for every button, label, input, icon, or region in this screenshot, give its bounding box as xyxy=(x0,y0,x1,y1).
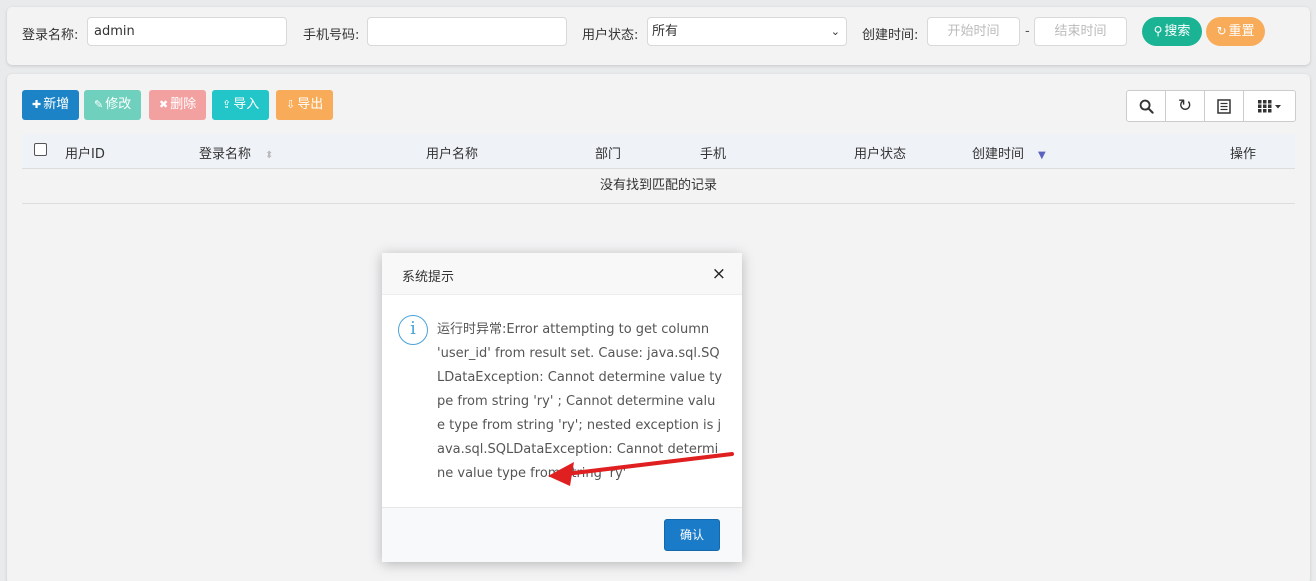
confirm-button[interactable]: 确认 xyxy=(664,519,720,551)
column-created-time-label: 创建时间 xyxy=(972,147,1025,162)
delete-button[interactable]: ✖ 删除 xyxy=(149,90,207,120)
edit-icon: ✎ xyxy=(94,98,104,111)
date-range-separator: - xyxy=(1025,24,1030,39)
user-status-label: 用户状态: xyxy=(582,28,639,43)
sort-desc-icon: ▼ xyxy=(1038,150,1046,161)
upload-icon: ⇪ xyxy=(222,98,232,111)
edit-button[interactable]: ✎ 修改 xyxy=(84,90,142,120)
dialog-footer: 确认 xyxy=(382,507,742,562)
table-refresh-button[interactable]: ↻ xyxy=(1166,91,1205,121)
phone-input[interactable] xyxy=(367,17,567,46)
delete-button-label: 删除 xyxy=(170,97,197,112)
export-button[interactable]: ⇩ 导出 xyxy=(276,90,334,120)
column-user-id[interactable]: 用户ID xyxy=(65,143,105,162)
phone-label: 手机号码: xyxy=(303,28,360,43)
table-header-row: 用户ID 登录名称 ⬍ 用户名称 部门 手机 用户状态 创建时间 ▼ 操作 xyxy=(22,134,1295,169)
chevron-down-icon: ⌄ xyxy=(830,25,840,38)
add-button-label: 新增 xyxy=(43,97,70,112)
end-time-input[interactable]: 结束时间 xyxy=(1034,17,1127,46)
login-name-input[interactable]: admin xyxy=(87,17,287,46)
edit-button-label: 修改 xyxy=(105,97,132,112)
refresh-icon: ↻ xyxy=(1177,96,1193,116)
info-icon: i xyxy=(398,315,428,345)
import-button-label: 导入 xyxy=(233,97,260,112)
dialog-title: 系统提示 xyxy=(402,270,455,285)
remove-icon: ✖ xyxy=(159,98,169,111)
search-button-label: 搜索 xyxy=(1164,24,1191,39)
search-button[interactable]: ⚲ 搜索 xyxy=(1142,17,1202,46)
reset-button[interactable]: ↻ 重置 xyxy=(1206,17,1265,46)
table-columns-button[interactable] xyxy=(1244,91,1295,121)
download-icon: ⇩ xyxy=(286,98,296,111)
column-login-name-label: 登录名称 xyxy=(199,147,252,162)
table-toolbar-group: ↻ xyxy=(1126,90,1296,122)
close-icon[interactable]: × xyxy=(712,264,726,284)
user-status-value: 所有 xyxy=(652,24,679,39)
table-search-button[interactable] xyxy=(1127,91,1166,121)
column-user-status[interactable]: 用户状态 xyxy=(854,143,906,162)
refresh-icon: ↻ xyxy=(1216,24,1227,38)
search-icon xyxy=(1139,99,1154,114)
dialog-header: 系统提示 × xyxy=(382,253,742,295)
column-department[interactable]: 部门 xyxy=(595,143,621,162)
red-arrow-annotation xyxy=(548,452,734,486)
column-created-time[interactable]: 创建时间 ▼ xyxy=(972,143,1046,162)
column-phone[interactable]: 手机 xyxy=(700,143,726,162)
search-icon: ⚲ xyxy=(1153,24,1163,38)
login-name-label: 登录名称: xyxy=(22,28,79,43)
list-view-icon xyxy=(1217,98,1231,114)
empty-table-message: 没有找到匹配的记录 xyxy=(22,169,1295,204)
plus-icon: ✚ xyxy=(32,98,42,111)
column-actions: 操作 xyxy=(1230,147,1257,162)
reset-button-label: 重置 xyxy=(1228,24,1255,39)
start-time-input[interactable]: 开始时间 xyxy=(927,17,1020,46)
import-button[interactable]: ⇪ 导入 xyxy=(212,90,270,120)
select-all-checkbox[interactable] xyxy=(34,143,47,156)
column-login-name[interactable]: 登录名称 ⬍ xyxy=(199,143,273,162)
columns-grid-icon xyxy=(1257,100,1281,113)
user-status-select[interactable]: 所有 ⌄ xyxy=(647,17,847,46)
sort-both-icon: ⬍ xyxy=(265,150,274,161)
add-button[interactable]: ✚ 新增 xyxy=(22,90,80,120)
table-toggle-view-button[interactable] xyxy=(1205,91,1244,121)
created-time-label: 创建时间: xyxy=(862,28,919,43)
export-button-label: 导出 xyxy=(297,97,324,112)
column-user-name[interactable]: 用户名称 xyxy=(426,143,478,162)
system-alert-dialog: 系统提示 × i 运行时异常:Error attempting to get c… xyxy=(382,253,742,562)
